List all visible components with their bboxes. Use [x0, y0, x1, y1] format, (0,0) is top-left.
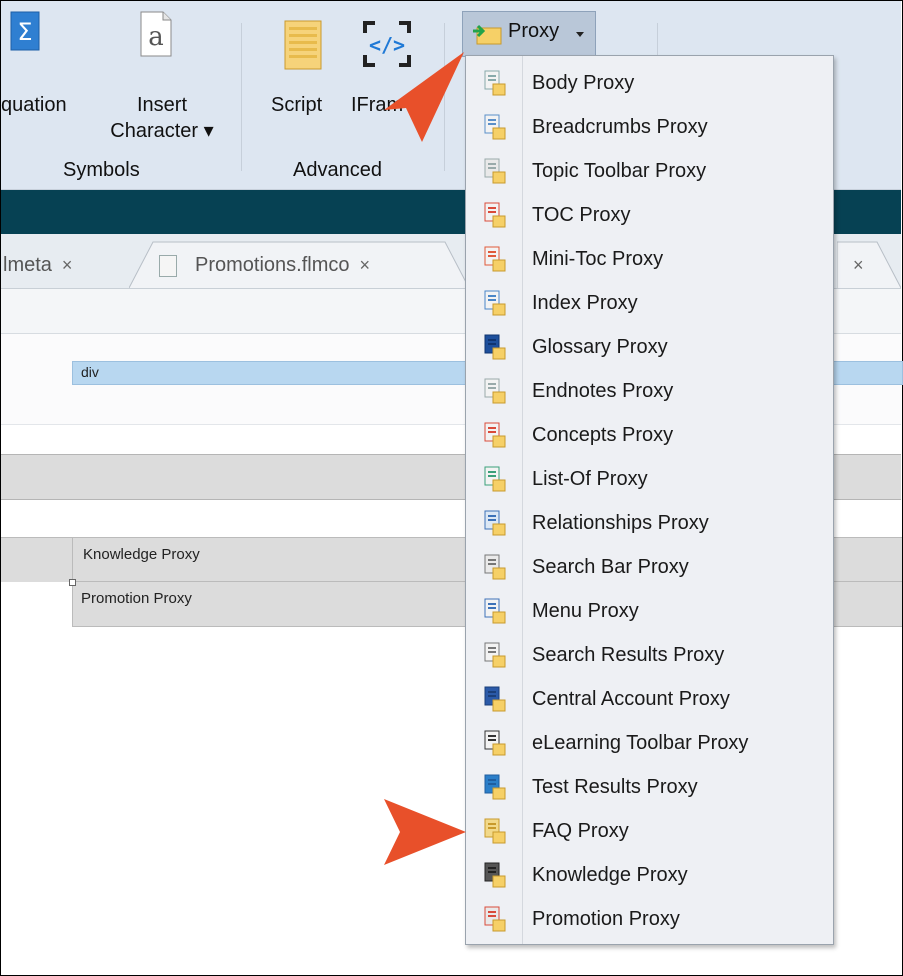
toc-proxy-icon: [484, 202, 506, 228]
close-icon[interactable]: ×: [853, 255, 864, 275]
menu-item-mini-toc-proxy[interactable]: Mini-Toc Proxy: [466, 237, 833, 281]
svg-text:Σ: Σ: [17, 18, 32, 46]
menu-item-label: FAQ Proxy: [532, 820, 629, 842]
search-bar-proxy-icon: [484, 554, 506, 580]
menu-item-elearning-toolbar-proxy[interactable]: eLearning Toolbar Proxy: [466, 721, 833, 765]
menu-item-label: Test Results Proxy: [532, 776, 698, 798]
menu-item-label: Relationships Proxy: [532, 512, 709, 534]
menu-item-label: TOC Proxy: [532, 204, 631, 226]
menu-item-body-proxy[interactable]: Body Proxy: [466, 61, 833, 105]
menu-proxy-icon: [484, 598, 506, 624]
menu-item-label: Mini-Toc Proxy: [532, 248, 664, 270]
faq-proxy-icon: [484, 818, 506, 844]
tab-promotions[interactable]: Promotions.flmco ×: [159, 242, 449, 288]
promotion-proxy-icon: [484, 906, 506, 932]
menu-item-label: List-Of Proxy: [532, 468, 648, 490]
test-results-proxy-icon: [484, 774, 506, 800]
menu-item-test-results-proxy[interactable]: Test Results Proxy: [466, 765, 833, 809]
menu-item-label: Search Bar Proxy: [532, 556, 689, 578]
menu-item-label: Promotion Proxy: [532, 908, 680, 930]
menu-item-label: Endnotes Proxy: [532, 380, 674, 402]
topic-toolbar-proxy-icon: [484, 158, 506, 184]
menu-item-label: Topic Toolbar Proxy: [532, 160, 707, 182]
menu-item-label: Index Proxy: [532, 292, 638, 314]
proxy-icon: [473, 22, 503, 46]
menu-item-list-of-proxy[interactable]: List-Of Proxy: [466, 457, 833, 501]
menu-item-toc-proxy[interactable]: TOC Proxy: [466, 193, 833, 237]
menu-item-promotion-proxy[interactable]: Promotion Proxy: [466, 897, 833, 941]
svg-text:a: a: [148, 22, 164, 52]
file-icon: [159, 254, 177, 277]
div-label: div: [81, 364, 99, 380]
tab-meta[interactable]: lmeta ×: [3, 242, 143, 288]
knowledge-proxy-icon: [484, 862, 506, 888]
endnotes-proxy-icon: [484, 378, 506, 404]
glossary-proxy-icon: [484, 334, 506, 360]
menu-item-endnotes-proxy[interactable]: Endnotes Proxy: [466, 369, 833, 413]
menu-item-search-results-proxy[interactable]: Search Results Proxy: [466, 633, 833, 677]
symbols-group-label: Symbols: [63, 159, 140, 181]
menu-item-breadcrumbs-proxy[interactable]: Breadcrumbs Proxy: [466, 105, 833, 149]
menu-item-label: Knowledge Proxy: [532, 864, 688, 886]
menu-item-label: Search Results Proxy: [532, 644, 725, 666]
body-proxy-icon: [484, 70, 506, 96]
breadcrumbs-proxy-icon: [484, 114, 506, 140]
chevron-down-icon: [576, 32, 584, 37]
menu-item-label: Body Proxy: [532, 72, 635, 94]
tab-label: lmeta: [3, 254, 52, 276]
tab-label: Promotions.flmco: [195, 254, 350, 276]
insert-character-icon[interactable]: a: [139, 11, 173, 57]
tab-other[interactable]: ×: [843, 242, 883, 288]
promotion-proxy-block-label: Promotion Proxy: [81, 590, 192, 607]
proxy-button-label: Proxy: [508, 20, 560, 42]
advanced-group-label: Advanced: [293, 159, 382, 181]
callout-arrow-faq: [384, 799, 466, 865]
mini-toc-proxy-icon: [484, 246, 506, 272]
menu-item-relationships-proxy[interactable]: Relationships Proxy: [466, 501, 833, 545]
index-proxy-icon: [484, 290, 506, 316]
menu-item-label: Concepts Proxy: [532, 424, 674, 446]
close-icon[interactable]: ×: [62, 255, 73, 275]
block-handle[interactable]: [69, 579, 76, 586]
callout-arrow-top: [384, 52, 464, 142]
script-button[interactable]: Script: [271, 92, 322, 118]
proxy-dropdown-button[interactable]: Proxy: [462, 11, 596, 57]
insert-character-button[interactable]: Insert Character ▾: [99, 92, 225, 144]
menu-item-label: Menu Proxy: [532, 600, 639, 622]
relationships-proxy-icon: [484, 510, 506, 536]
list-of-proxy-icon: [484, 466, 506, 492]
central-account-proxy-icon: [484, 686, 506, 712]
concepts-proxy-icon: [484, 422, 506, 448]
script-icon[interactable]: [283, 19, 323, 71]
equation-button[interactable]: quation: [1, 92, 67, 118]
menu-item-concepts-proxy[interactable]: Concepts Proxy: [466, 413, 833, 457]
proxy-dropdown-menu: Body Proxy Breadcrumbs Proxy Topic Toolbar…: [465, 55, 834, 945]
search-results-proxy-icon: [484, 642, 506, 668]
insert-character-line1: Insert: [136, 94, 188, 116]
menu-item-search-bar-proxy[interactable]: Search Bar Proxy: [466, 545, 833, 589]
menu-item-label: eLearning Toolbar Proxy: [532, 732, 749, 754]
close-icon[interactable]: ×: [360, 255, 371, 275]
menu-item-menu-proxy[interactable]: Menu Proxy: [466, 589, 833, 633]
knowledge-proxy-block-label: Knowledge Proxy: [83, 546, 200, 563]
menu-item-glossary-proxy[interactable]: Glossary Proxy: [466, 325, 833, 369]
elearning-toolbar-proxy-icon: [484, 730, 506, 756]
menu-item-topic-toolbar-proxy[interactable]: Topic Toolbar Proxy: [466, 149, 833, 193]
group-separator: [241, 23, 242, 171]
menu-item-label: Breadcrumbs Proxy: [532, 116, 708, 138]
equation-icon[interactable]: Σ: [10, 11, 40, 51]
menu-item-label: Central Account Proxy: [532, 688, 730, 710]
insert-character-line2: Character ▾: [110, 120, 214, 142]
menu-item-faq-proxy[interactable]: FAQ Proxy: [466, 809, 833, 853]
menu-item-central-account-proxy[interactable]: Central Account Proxy: [466, 677, 833, 721]
menu-item-index-proxy[interactable]: Index Proxy: [466, 281, 833, 325]
menu-item-label: Glossary Proxy: [532, 336, 668, 358]
menu-item-knowledge-proxy[interactable]: Knowledge Proxy: [466, 853, 833, 897]
